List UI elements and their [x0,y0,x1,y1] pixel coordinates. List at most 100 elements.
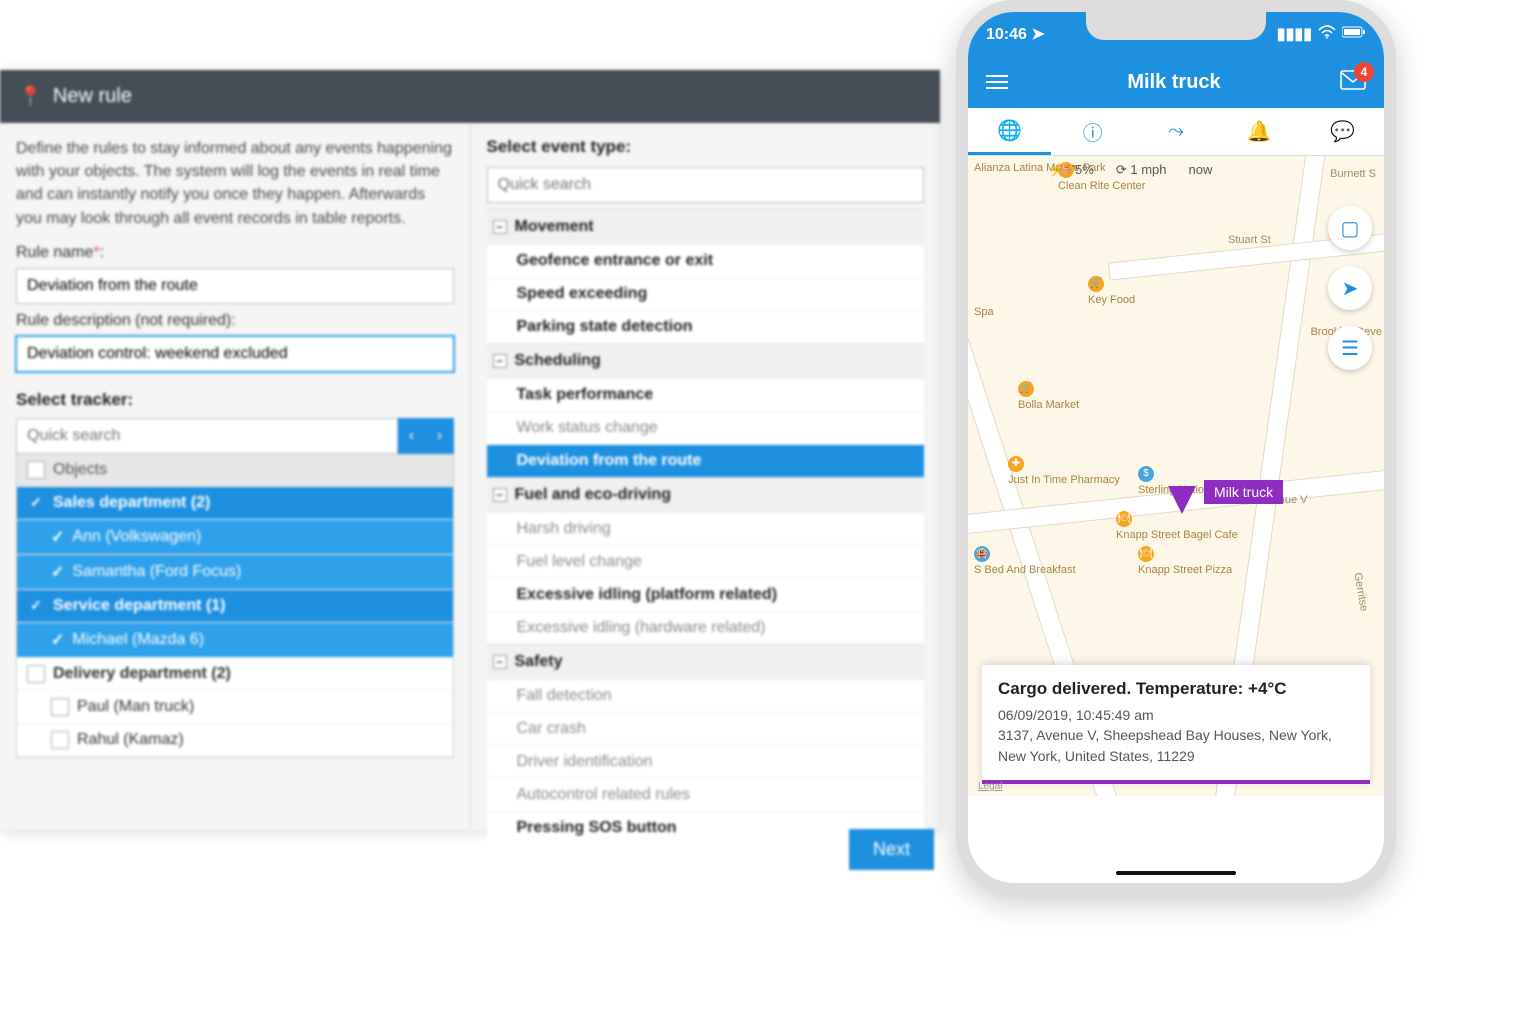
tracker-search-input[interactable] [16,418,398,454]
event-group-header[interactable]: −Scheduling [487,343,925,378]
tab-route[interactable]: ⤳ [1134,108,1217,155]
vehicle-label: Milk truck [1204,480,1283,504]
mail-badge: 4 [1354,62,1374,82]
event-group-label: Scheduling [515,352,601,370]
map-poi: ✚Just In Time Pharmacy [1008,456,1120,486]
checkbox-icon [51,698,69,716]
checkbox-icon: ✓ [27,494,45,512]
layers-button[interactable]: ☰ [1328,326,1372,370]
event-type-item[interactable]: Geofence entrance or exit [487,244,925,277]
signal-icon: ▮▮▮▮ [1277,24,1312,44]
map-poi: Spa [974,306,994,318]
tracker-prev-button[interactable]: ‹ [398,418,426,454]
home-indicator[interactable] [1116,871,1236,875]
rule-name-label: Rule name*: [16,244,454,262]
tracker-group[interactable]: ✓Service department (1) [17,590,453,623]
rule-desc-input[interactable] [16,336,454,372]
tracker-next-button[interactable]: › [426,418,454,454]
event-group-label: Safety [515,653,563,671]
bell-icon: 🔔 [1247,119,1272,144]
event-type-item[interactable]: Fuel level change [487,545,925,578]
collapse-icon: − [493,220,507,234]
tracker-list: Objects ✓ Sales department (2) ✓ Ann (Volks… [16,454,454,758]
tracker-group-label: Delivery department (2) [53,665,231,683]
locate-button[interactable]: ➤ [1328,266,1372,310]
time-indicator: now [1189,162,1213,178]
menu-icon[interactable] [986,75,1008,89]
event-search-input[interactable] [487,167,925,203]
event-type-item[interactable]: Harsh driving [487,512,925,545]
tracker-group[interactable]: Delivery department (2) [17,658,453,691]
map-legal-link[interactable]: Legal [978,781,1002,792]
vehicle-marker[interactable]: Milk truck [1168,486,1196,514]
map-poi: 🍽Knapp Street Bagel Cafe [1116,511,1238,541]
map[interactable]: ⚡ 75% ⟳ 1 mph now Alianza Latina Marine … [968,156,1384,796]
event-type-item[interactable]: Excessive idling (hardware related) [487,611,925,644]
wifi-icon [1318,25,1336,44]
event-type-item[interactable]: Car crash [487,712,925,745]
event-type-item[interactable]: Task performance [487,378,925,411]
event-address: 3137, Avenue V, Sheepshead Bay Houses, N… [998,725,1354,766]
map-poi: 🍽Knapp Street Pizza [1138,546,1232,576]
event-type-item[interactable]: Driver identification [487,745,925,778]
tab-alerts[interactable]: 🔔 [1218,108,1301,155]
tracker-item[interactable]: ✓ Ann (Volkswagen) [17,520,453,555]
tab-map[interactable]: 🌐 [968,108,1051,155]
event-type-item[interactable]: Parking state detection [487,310,925,343]
route-icon: ⤳ [1168,120,1184,143]
tracker-group-label: Sales department (2) [53,494,210,512]
event-type-item[interactable]: Autocontrol related rules [487,778,925,811]
tracker-header[interactable]: Objects [17,454,453,487]
event-group-header[interactable]: −Movement [487,209,925,244]
check-icon: ✓ [51,527,64,547]
tracker-item[interactable]: ✓ Samantha (Ford Focus) [17,555,453,590]
dialog-title: New rule [53,85,132,108]
new-rule-dialog: 📍 New rule Define the rules to stay info… [0,70,940,830]
rule-desc-label: Rule description (not required): [16,312,454,330]
collapse-icon: − [493,354,507,368]
layers-icon: ☰ [1341,336,1359,361]
tracker-item[interactable]: Rahul (Kamaz) [17,724,453,757]
tab-chat[interactable]: 💬 [1301,108,1384,155]
mail-button[interactable]: 4 [1340,70,1366,95]
location-arrow-icon: ➤ [1031,26,1044,43]
street-label: Stuart St [1228,234,1271,246]
event-type-item[interactable]: Fall detection [487,679,925,712]
info-icon: ⓘ [1083,117,1103,146]
next-button[interactable]: Next [849,829,934,870]
checkbox-icon [51,731,69,749]
event-type-item[interactable]: Speed exceeding [487,277,925,310]
check-icon: ✓ [51,630,64,650]
collapse-icon: − [493,488,507,502]
fit-bounds-button[interactable]: ▢ [1328,206,1372,250]
tab-bar: 🌐 ⓘ ⤳ 🔔 💬 [968,108,1384,156]
phone-notch [1086,12,1266,40]
event-group-label: Fuel and eco-driving [515,486,671,504]
tracker-item[interactable]: Paul (Man truck) [17,691,453,724]
event-group-header[interactable]: −Safety [487,644,925,679]
event-group-header[interactable]: −Fuel and eco-driving [487,477,925,512]
event-group-label: Movement [515,218,594,236]
tracker-item-label: Michael (Mazda 6) [72,631,204,649]
event-type-item[interactable]: Deviation from the route [487,444,925,477]
event-card[interactable]: Cargo delivered. Temperature: +4°C 06/09… [982,665,1370,784]
bounds-icon: ▢ [1341,216,1360,241]
event-type-item[interactable]: Excessive idling (platform related) [487,578,925,611]
event-type-list: −MovementGeofence entrance or exitSpeed … [487,209,925,844]
event-datetime: 06/09/2019, 10:45:49 am [998,705,1354,725]
map-poi: 🛒Key Food [1088,276,1135,306]
street-label: Gerritse [1351,572,1370,613]
battery-icon [1342,25,1366,43]
vehicle-pin-icon [1168,486,1196,514]
tracker-item-label: Samantha (Ford Focus) [72,563,241,581]
tracker-item[interactable]: ✓ Michael (Mazda 6) [17,623,453,658]
dialog-header: 📍 New rule [0,70,940,123]
event-type-item[interactable]: Work status change [487,411,925,444]
select-tracker-label: Select tracker: [16,390,454,410]
tab-info[interactable]: ⓘ [1051,108,1134,155]
rule-name-input[interactable] [16,268,454,304]
street-label: Burnett S [1330,168,1376,180]
tracker-group[interactable]: ✓ Sales department (2) [17,487,453,520]
chat-icon: 💬 [1330,119,1355,144]
tracker-item-label: Rahul (Kamaz) [77,731,184,749]
